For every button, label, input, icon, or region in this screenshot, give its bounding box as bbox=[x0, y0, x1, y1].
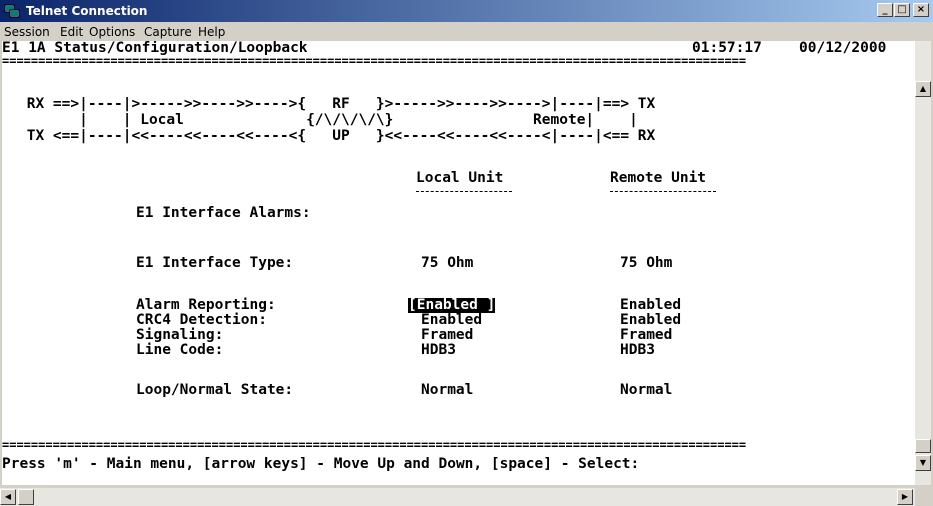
minimize-button[interactable]: _ bbox=[877, 3, 893, 17]
crc4-detection-label: CRC4 Detection: bbox=[136, 312, 267, 328]
e1-interface-type-remote: 75 Ohm bbox=[620, 255, 673, 271]
menu-edit[interactable]: Edit bbox=[60, 25, 83, 39]
clock-date: 00/12/2000 bbox=[799, 41, 887, 56]
alarm-reporting-label: Alarm Reporting: bbox=[136, 297, 276, 313]
scroll-down-button[interactable]: ▼ bbox=[915, 455, 931, 471]
menu-bar: Session Edit Options Capture Help bbox=[0, 22, 933, 41]
menu-options[interactable]: Options bbox=[89, 25, 135, 39]
crc4-detection-remote: Enabled bbox=[620, 312, 682, 328]
arrow-up-icon: ▲ bbox=[919, 84, 927, 93]
footer-separator: ========================================… bbox=[2, 439, 747, 451]
signaling-local[interactable]: Framed bbox=[421, 328, 473, 343]
vertical-scroll-thumb[interactable] bbox=[915, 439, 931, 453]
loopback-diagram-line1: RX ==>|----|>----->>---->>---->{ RF }>--… bbox=[18, 96, 656, 112]
loop-normal-state-local[interactable]: Normal bbox=[421, 383, 473, 398]
title-bar[interactable]: Telnet Connection _ □ × bbox=[0, 0, 933, 22]
window-title: Telnet Connection bbox=[26, 4, 148, 18]
arrow-left-icon: ◀ bbox=[4, 492, 12, 501]
local-unit-underline bbox=[416, 191, 512, 192]
loop-normal-state-remote: Normal bbox=[620, 382, 673, 398]
horizontal-scroll-thumb[interactable] bbox=[18, 489, 34, 505]
line-code-label: Line Code: bbox=[136, 342, 224, 358]
scroll-right-button[interactable]: ▶ bbox=[897, 489, 913, 505]
menu-capture[interactable]: Capture bbox=[144, 25, 192, 39]
vertical-scrollbar[interactable]: ▲ ▼ bbox=[915, 41, 931, 485]
e1-interface-type-local[interactable]: 75 Ohm bbox=[421, 256, 473, 271]
alarm-reporting-remote: Enabled bbox=[620, 297, 682, 313]
footer-help-text: Press 'm' - Main menu, [arrow keys] - Mo… bbox=[2, 456, 640, 472]
scroll-left-button[interactable]: ◀ bbox=[0, 489, 16, 505]
menu-session[interactable]: Session bbox=[4, 25, 50, 39]
loop-normal-state-label: Loop/Normal State: bbox=[136, 382, 294, 398]
line-code-local[interactable]: HDB3 bbox=[421, 343, 456, 358]
arrow-down-icon: ▼ bbox=[919, 458, 927, 467]
loopback-diagram-line2: | | Local {/\/\/\/\} Remote| | bbox=[18, 112, 638, 128]
line-code-remote: HDB3 bbox=[620, 342, 655, 358]
e1-interface-alarms-label: E1 Interface Alarms: bbox=[136, 205, 311, 221]
terminal-screen[interactable]: E1 1A Status/Configuration/Loopback 01:5… bbox=[2, 41, 915, 485]
signaling-remote: Framed bbox=[620, 327, 673, 343]
header-separator: ========================================… bbox=[2, 55, 747, 67]
signaling-label: Signaling: bbox=[136, 327, 224, 343]
e1-interface-type-label: E1 Interface Type: bbox=[136, 255, 294, 271]
horizontal-scrollbar[interactable]: ◀ ▶ bbox=[0, 488, 915, 506]
close-button[interactable]: × bbox=[913, 3, 929, 17]
clock-time: 01:57:17 bbox=[692, 41, 762, 56]
local-unit-header: Local Unit bbox=[416, 170, 504, 186]
remote-unit-underline bbox=[610, 191, 716, 192]
remote-unit-header: Remote Unit bbox=[610, 170, 707, 186]
screen-title: E1 1A Status/Configuration/Loopback bbox=[2, 41, 308, 56]
crc4-detection-local[interactable]: Enabled bbox=[421, 313, 482, 328]
arrow-right-icon: ▶ bbox=[901, 492, 909, 501]
telnet-app-icon bbox=[4, 4, 20, 18]
loopback-diagram-line3: TX <==|----|<<----<<----<<----<{ UP }<<-… bbox=[18, 128, 656, 144]
menu-help[interactable]: Help bbox=[198, 25, 225, 39]
alarm-reporting-local-selected[interactable]: [Enabled ] bbox=[408, 298, 496, 313]
maximize-button[interactable]: □ bbox=[894, 3, 910, 17]
scroll-up-button[interactable]: ▲ bbox=[915, 81, 931, 97]
